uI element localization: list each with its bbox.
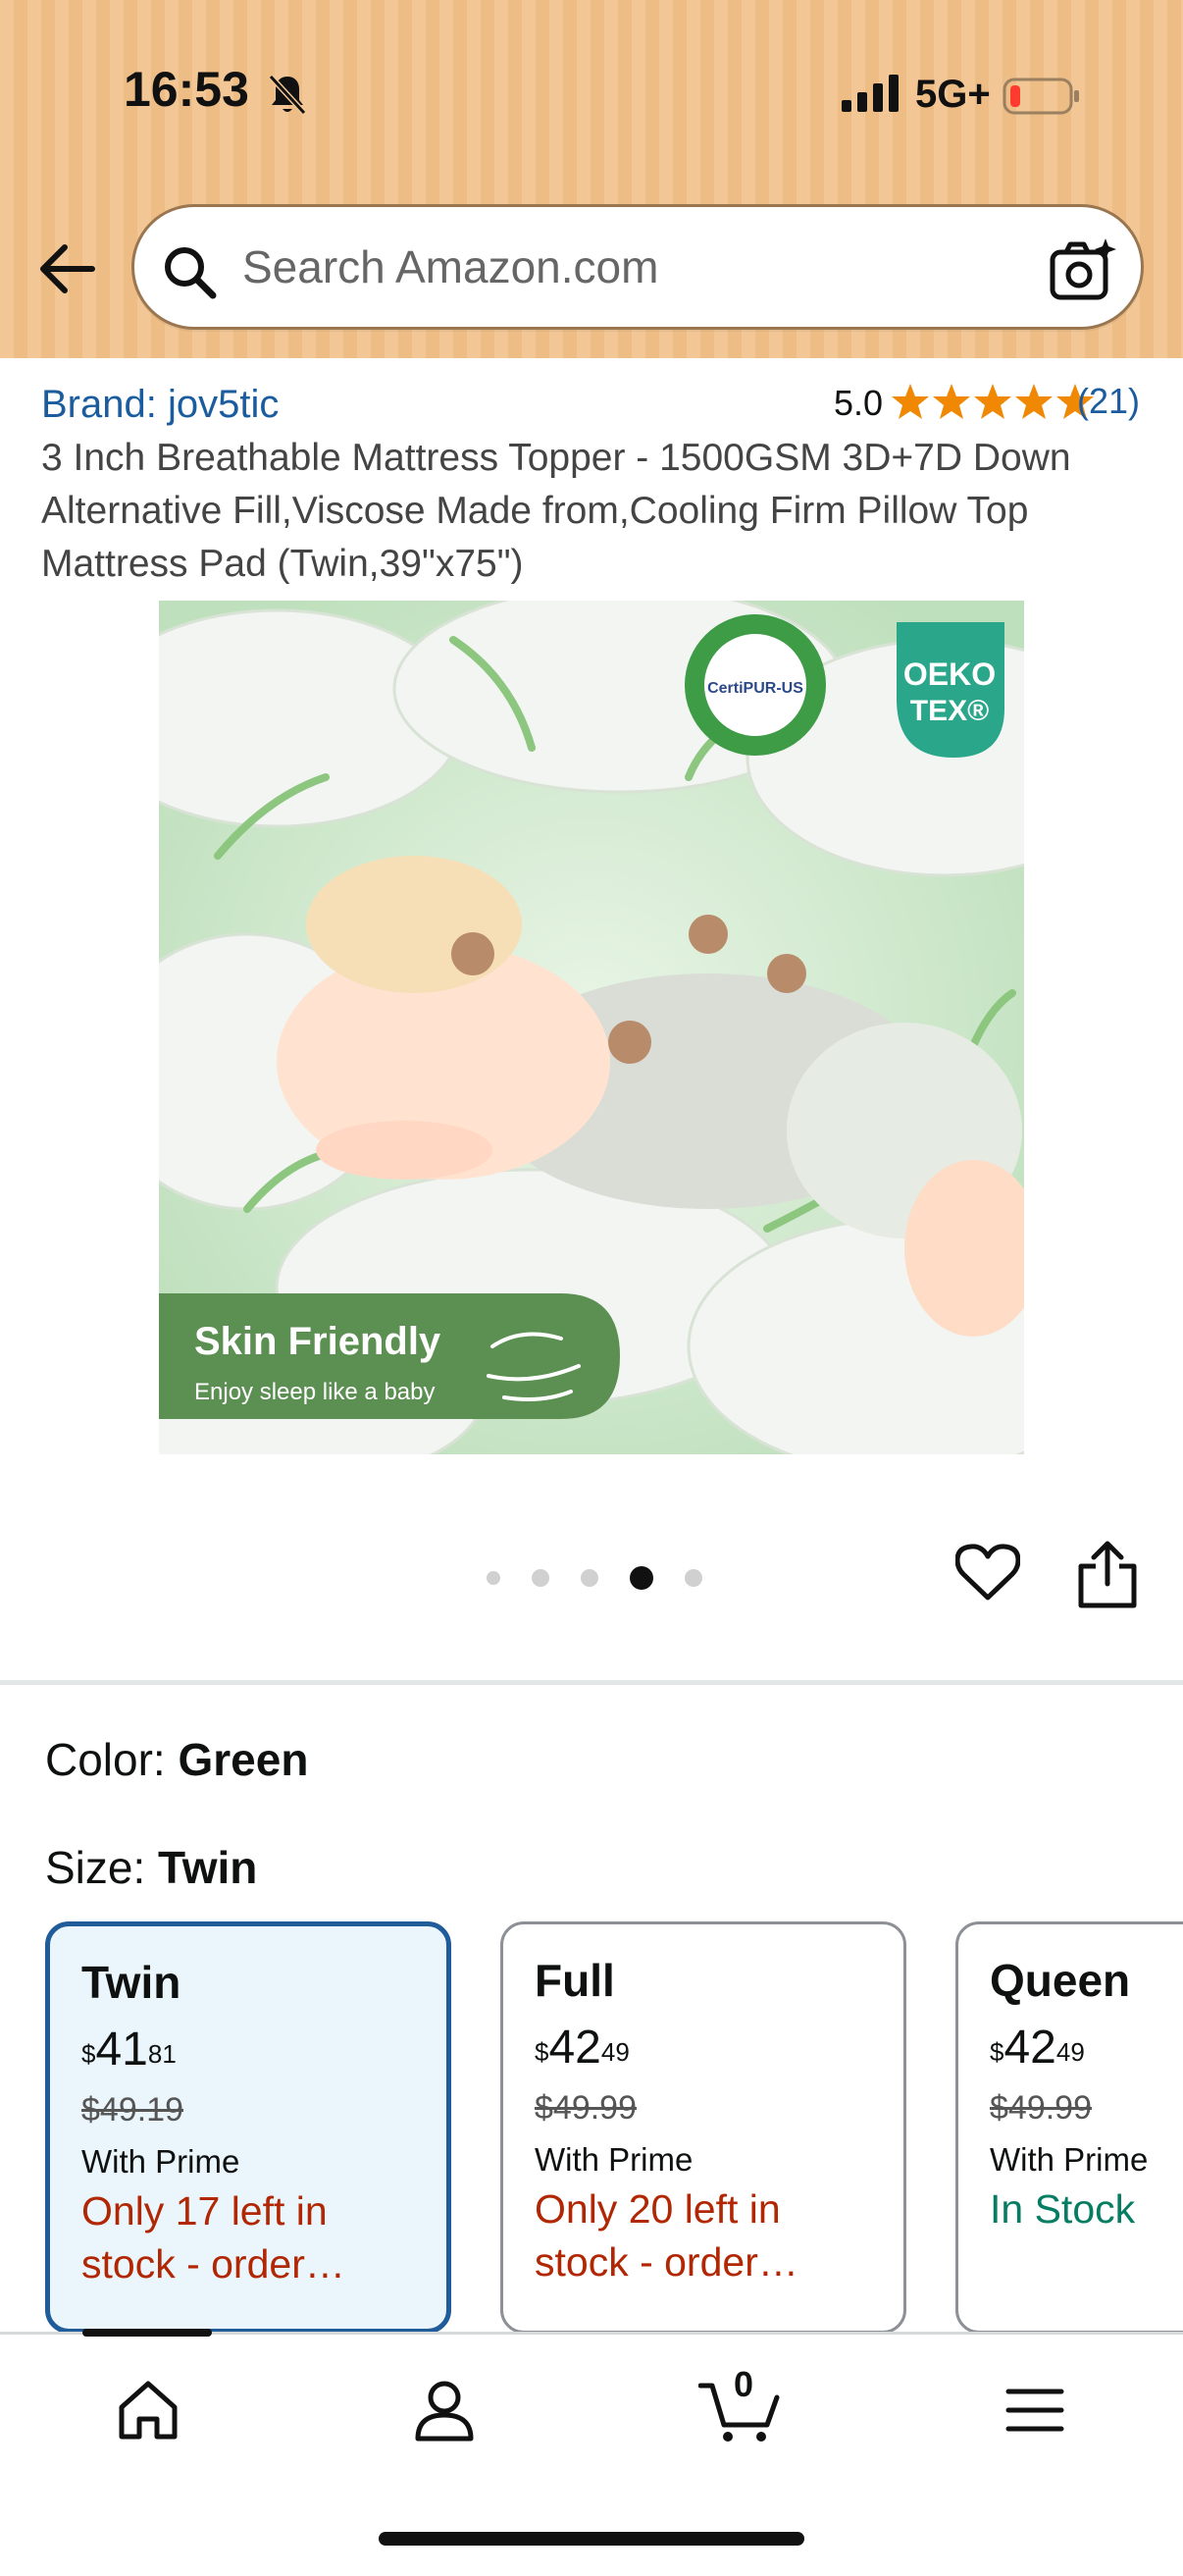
star-icon — [1015, 384, 1053, 419]
product-image[interactable]: CertiPUR-US OEKO TEX® Skin Friendly Enjo… — [159, 601, 1024, 1454]
list-price: $49.19 — [81, 2091, 183, 2129]
pagination-dot[interactable] — [532, 1569, 549, 1587]
size-selection: Size: Twin — [45, 1841, 257, 1894]
section-divider — [0, 1680, 1183, 1685]
bell-muted-icon — [268, 74, 307, 116]
star-icon — [933, 384, 970, 419]
stock-status: Only 20 left in stock - order… — [535, 2186, 798, 2285]
price-currency: $ — [535, 2037, 549, 2067]
prime-label: With Prime — [990, 2141, 1149, 2178]
color-value: Green — [178, 1734, 309, 1785]
prime-label: With Prime — [81, 2143, 240, 2180]
tex-badge-text: TEX® — [910, 695, 989, 727]
share-icon[interactable] — [1075, 1541, 1140, 1609]
size-value: Twin — [158, 1842, 258, 1893]
rating-count-link[interactable]: (21) — [1077, 381, 1140, 422]
cart-count: 0 — [734, 2364, 754, 2404]
price-whole: 42 — [1003, 2022, 1056, 2074]
pagination-dot-active[interactable] — [630, 1566, 653, 1590]
size-price: $4249 — [535, 2021, 872, 2076]
size-name: Full — [535, 1955, 615, 2006]
price-fraction: 49 — [1055, 2037, 1085, 2067]
search-input[interactable] — [242, 235, 988, 299]
size-name: Twin — [81, 1957, 181, 2008]
certipur-badge-text: CertiPUR-US — [707, 680, 803, 697]
price-currency: $ — [990, 2037, 1004, 2067]
size-option-full[interactable]: Full $4249 $49.99 With Prime Only 20 lef… — [500, 1921, 906, 2334]
camera-search-icon[interactable] — [1049, 237, 1117, 303]
list-price: $49.99 — [535, 2089, 637, 2127]
color-label: Color: — [45, 1734, 166, 1785]
prime-label: With Prime — [535, 2141, 694, 2178]
cellular-signal-icon — [842, 75, 899, 112]
home-icon[interactable] — [114, 2376, 182, 2445]
size-name: Queen — [990, 1955, 1131, 2006]
network-type: 5G+ — [915, 73, 991, 116]
pagination-dot[interactable] — [581, 1569, 598, 1587]
star-icon — [892, 384, 929, 419]
size-label: Size: — [45, 1842, 146, 1893]
star-rating[interactable] — [891, 383, 1095, 420]
search-bar[interactable] — [131, 204, 1144, 330]
stock-status: Only 17 left in stock - order… — [81, 2188, 345, 2287]
heart-icon[interactable] — [955, 1543, 1020, 1603]
account-icon[interactable] — [410, 2376, 479, 2445]
app-header: 16:53 5G+ — [0, 0, 1183, 358]
active-tab-indicator — [82, 2329, 212, 2337]
pagination-dot[interactable] — [487, 1571, 500, 1585]
price-currency: $ — [81, 2039, 96, 2069]
search-icon — [165, 247, 217, 299]
size-options: Twin $4181 $49.19 With Prime Only 17 lef… — [45, 1921, 1183, 2334]
home-indicator[interactable] — [379, 2532, 804, 2546]
price-whole: 41 — [95, 2024, 148, 2076]
back-arrow-icon[interactable] — [35, 241, 96, 296]
price-whole: 42 — [548, 2022, 601, 2074]
size-price: $4181 — [81, 2023, 415, 2077]
size-option-twin[interactable]: Twin $4181 $49.19 With Prime Only 17 lef… — [45, 1921, 451, 2334]
brand-link[interactable]: Brand: jov5tic — [41, 383, 279, 427]
list-price: $49.99 — [990, 2089, 1092, 2127]
battery-low-icon — [1003, 78, 1079, 115]
star-icon — [974, 384, 1011, 419]
size-option-queen[interactable]: Queen $4249 $49.99 With Prime In Stock — [955, 1921, 1183, 2334]
rating-value: 5.0 — [834, 383, 884, 423]
image-pagination[interactable] — [487, 1566, 702, 1590]
banner-title: Skin Friendly — [194, 1320, 441, 1363]
banner-subtitle: Enjoy sleep like a baby — [194, 1379, 435, 1405]
product-title: 3 Inch Breathable Mattress Topper - 1500… — [41, 437, 1071, 585]
stock-status: In Stock — [990, 2186, 1136, 2232]
price-fraction: 81 — [147, 2039, 177, 2069]
product-image-illustration: CertiPUR-US OEKO TEX® Skin Friendly Enjo… — [159, 601, 1024, 1454]
pagination-dot[interactable] — [685, 1569, 702, 1587]
status-time: 16:53 — [124, 62, 249, 117]
price-fraction: 49 — [600, 2037, 630, 2067]
size-price: $4249 — [990, 2021, 1183, 2076]
color-selection: Color: Green — [45, 1733, 308, 1786]
oeko-badge-text: OEKO — [903, 657, 996, 692]
menu-icon[interactable] — [1001, 2376, 1069, 2445]
